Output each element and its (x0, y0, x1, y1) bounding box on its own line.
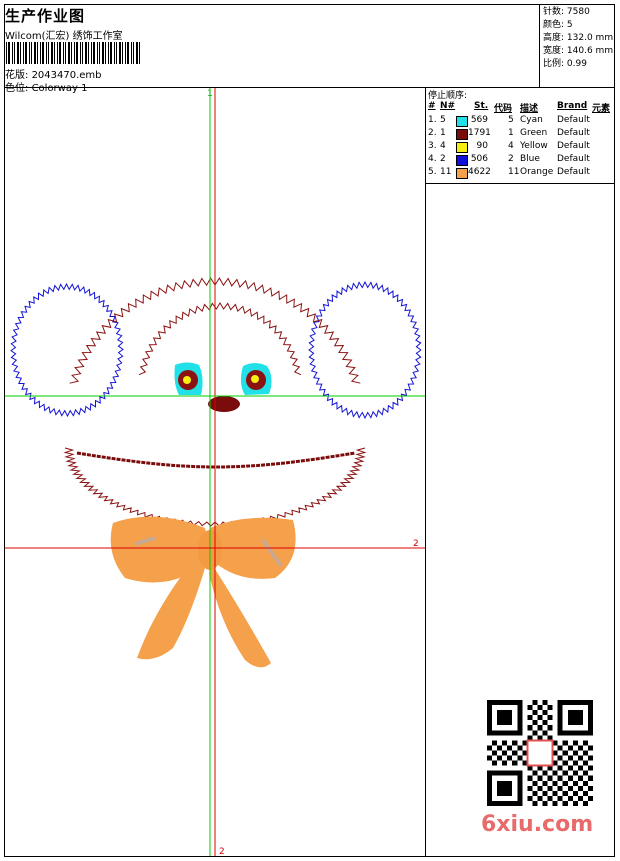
guide-label-top: 1 (207, 89, 213, 99)
stop-sequence-row: 5. 11 4622 11 Orange Default (426, 167, 615, 180)
right-ear (308, 280, 422, 420)
color-swatch (456, 155, 468, 166)
stop-sequence-row: 1. 5 569 5 Cyan Default (426, 115, 615, 128)
stop-sequence-title: 停止顺序: (428, 91, 468, 101)
mouth (76, 451, 356, 469)
row-index: 1. (428, 115, 437, 125)
embroidery-design: 1 2 2 (5, 88, 425, 856)
color-swatch (456, 168, 468, 179)
row-code: 5 (508, 115, 514, 125)
right-eye (240, 363, 272, 395)
left-eye (174, 362, 203, 395)
canvas-divider (425, 87, 426, 857)
col-header-needle: N# (440, 101, 456, 111)
stop-sequence-row: 4. 2 506 2 Blue Default (426, 154, 615, 167)
row-code: 11 (508, 167, 520, 177)
col-header-index: # (428, 101, 436, 111)
stop-sequence-row: 3. 4 90 4 Yellow Default (426, 141, 615, 154)
stat-stitches: 针数: 7580 (543, 7, 590, 17)
row-brand: Default (557, 115, 590, 125)
stat-scale: 比例: 0.99 (543, 59, 587, 69)
row-brand: Default (557, 167, 590, 177)
row-brand: Default (557, 154, 590, 164)
row-stitches: 90 (476, 141, 488, 151)
color-swatch (456, 129, 468, 140)
row-description: Cyan (520, 115, 543, 125)
qr-code (487, 700, 593, 806)
row-index: 2. (428, 128, 437, 138)
color-swatch (456, 142, 468, 153)
col-header-code: 代码 (494, 104, 513, 114)
row-code: 4 (508, 141, 514, 151)
guide-label-bottom: 2 (219, 847, 225, 856)
guide-label-right: 2 (413, 539, 419, 549)
row-stitches: 569 (470, 115, 488, 125)
header-block: 生产作业图 Wilcom(汇宏) 绣饰工作室 花版: 2043470.emb 色… (5, 5, 535, 94)
bow (110, 516, 296, 668)
row-needle: 1 (440, 128, 446, 138)
row-index: 5. (428, 167, 437, 177)
row-needle: 5 (440, 115, 446, 125)
row-brand: Default (557, 128, 590, 138)
nose (208, 396, 240, 412)
col-header-element: 元素 (592, 104, 611, 114)
stop-sequence-divider (426, 183, 615, 184)
page-title: 生产作业图 (5, 7, 86, 25)
col-header-desc: 描述 (520, 104, 539, 114)
row-code: 2 (508, 154, 514, 164)
barcode (6, 42, 140, 64)
stat-colors: 颜色: 5 (543, 20, 573, 30)
row-brand: Default (557, 141, 590, 151)
row-stitches: 4622 (468, 167, 491, 177)
stat-width: 宽度: 140.6 mm (543, 46, 614, 56)
color-swatch (456, 116, 468, 127)
row-needle: 4 (440, 141, 446, 151)
row-index: 3. (428, 141, 437, 151)
stop-sequence-table: 停止顺序: # N# St. 代码 描述 Brand 元素 1. 5 569 5 Cya… (426, 88, 615, 183)
col-header-stitches: St. (474, 101, 489, 111)
row-description: Green (520, 128, 548, 138)
stats-panel: 针数: 7580 颜色: 5 高度: 132.0 mm 宽度: 140.6 mm… (539, 4, 615, 87)
row-index: 4. (428, 154, 437, 164)
row-code: 1 (508, 128, 514, 138)
row-needle: 2 (440, 154, 446, 164)
row-stitches: 506 (470, 154, 488, 164)
row-description: Blue (520, 154, 540, 164)
row-description: Yellow (520, 141, 548, 151)
row-needle: 11 (440, 167, 452, 177)
row-description: Orange (520, 167, 554, 177)
head-outline-inner (138, 302, 302, 376)
stat-height: 高度: 132.0 mm (543, 33, 614, 43)
watermark-logo: 6xiu.com (481, 812, 594, 837)
stop-sequence-row: 2. 1 1791 1 Green Default (426, 128, 615, 141)
studio-subtitle: Wilcom(汇宏) 绣饰工作室 (5, 31, 123, 42)
col-header-brand: Brand (557, 101, 588, 111)
row-stitches: 1791 (468, 128, 491, 138)
